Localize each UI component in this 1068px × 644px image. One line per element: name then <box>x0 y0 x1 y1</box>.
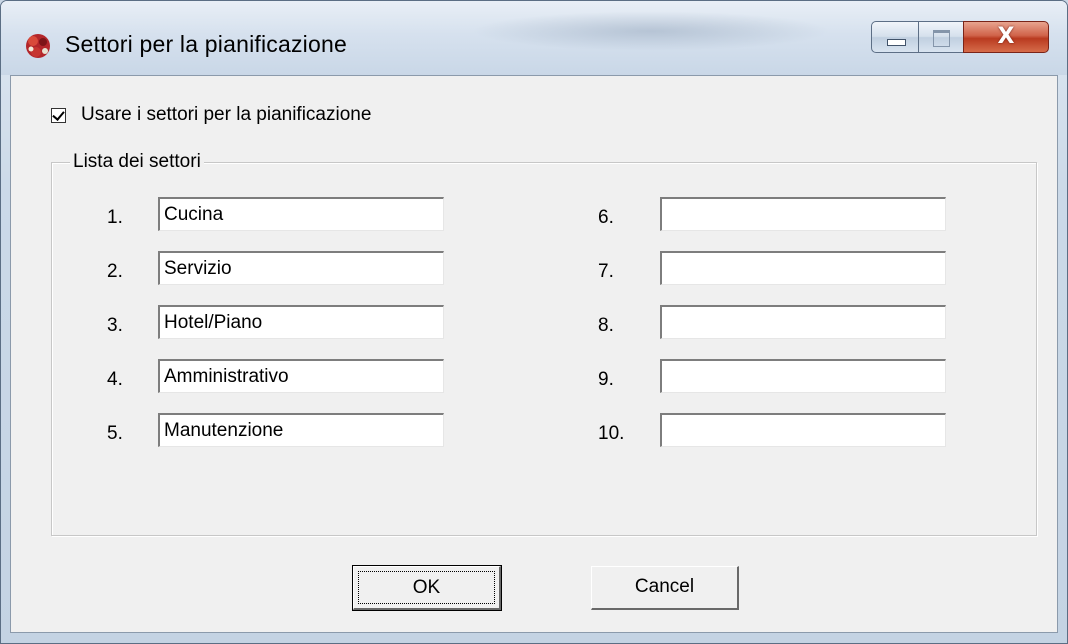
sectors-group-legend: Lista dei settori <box>70 151 204 173</box>
sector-field-2[interactable]: Servizio <box>158 251 444 285</box>
sector-number-7: 7. <box>598 261 614 282</box>
sector-field-4[interactable]: Amministrativo <box>158 359 444 393</box>
maximize-icon <box>933 30 950 47</box>
sector-number-3: 3. <box>107 315 123 336</box>
use-sectors-option[interactable]: Usare i settori per la pianificazione <box>51 104 371 126</box>
sector-field-1[interactable]: Cucina <box>158 197 444 231</box>
sector-field-6[interactable] <box>660 197 946 231</box>
sectors-groupbox: Lista dei settori 1. Cucina 2. Servizio … <box>51 151 1037 536</box>
dialog-client-area: Usare i settori per la pianificazione Li… <box>10 75 1058 633</box>
title-bar[interactable]: Settori per la pianificazione X <box>1 1 1067 75</box>
use-sectors-label[interactable]: Usare i settori per la pianificazione <box>81 104 371 126</box>
sector-field-8[interactable] <box>660 305 946 339</box>
sector-field-5[interactable]: Manutenzione <box>158 413 444 447</box>
sector-number-5: 5. <box>107 423 123 444</box>
close-icon: X <box>997 24 1015 49</box>
sector-field-3[interactable]: Hotel/Piano <box>158 305 444 339</box>
sector-number-10: 10. <box>598 423 625 444</box>
sector-number-6: 6. <box>598 207 614 228</box>
maximize-button[interactable] <box>918 21 964 53</box>
sector-number-8: 8. <box>598 315 614 336</box>
minimize-icon <box>887 39 906 46</box>
sector-number-4: 4. <box>107 369 123 390</box>
ok-button[interactable]: OK <box>352 565 502 611</box>
close-button[interactable]: X <box>963 21 1049 53</box>
app-icon <box>26 34 50 58</box>
ok-button-label: OK <box>358 571 495 604</box>
window-title: Settori per la pianificazione <box>65 31 347 57</box>
dialog-window: Settori per la pianificazione X Usare i … <box>0 0 1068 644</box>
cancel-button[interactable]: Cancel <box>591 566 739 610</box>
sector-field-9[interactable] <box>660 359 946 393</box>
sector-number-2: 2. <box>107 261 123 282</box>
sector-field-10[interactable] <box>660 413 946 447</box>
minimize-button[interactable] <box>871 21 919 53</box>
sector-number-1: 1. <box>107 207 123 228</box>
sector-field-7[interactable] <box>660 251 946 285</box>
sector-number-9: 9. <box>598 369 614 390</box>
use-sectors-checkbox[interactable] <box>51 107 66 123</box>
